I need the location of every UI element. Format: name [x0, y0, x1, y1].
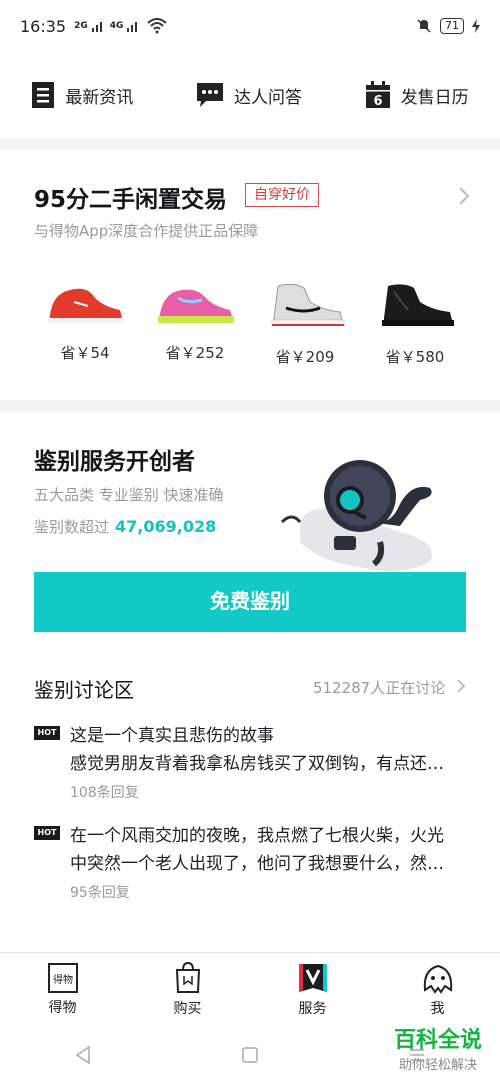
nav-latest-news-label: 最新资讯	[65, 87, 134, 108]
tab-me[interactable]: 我	[388, 962, 488, 1018]
shoe-save-amount: 省￥54	[60, 344, 110, 362]
shoe-save-amount: 省￥252	[165, 344, 225, 362]
calendar-icon: 6	[365, 81, 390, 109]
tab-service[interactable]: 服务	[263, 962, 363, 1018]
nav-expert-qa-label: 达人问答	[233, 87, 302, 108]
auth-count-line: 鉴别数超过 47,069,028	[34, 516, 216, 537]
status-bar: 16:35 2G 4G 71	[0, 0, 500, 52]
ghost-profile-icon	[423, 964, 452, 994]
authentication-section: 鉴别服务开创者 五大品类 专业鉴别 快速准确 鉴别数超过 47,069,028 免…	[0, 412, 500, 952]
shoe-save-amount: 省￥209	[275, 348, 335, 366]
tab-service-label: 服务	[298, 1000, 327, 1017]
secondhand-section[interactable]: 95分二手闲置交易 自穿好价 与得物App深度合作提供正品保障 省￥54 省￥2…	[0, 150, 500, 400]
post-line-1: 在一个风雨交加的夜晚，我点燃了七根火柴，火光	[70, 826, 444, 846]
shopping-bag-icon	[175, 961, 200, 993]
shoe-item[interactable]: 省￥54	[30, 280, 140, 367]
signal-2g-icon: 2G	[74, 21, 88, 31]
shoe-item[interactable]: 省￥252	[140, 280, 250, 367]
shoe-item[interactable]: 省￥580	[360, 280, 470, 367]
signal-bars-icon	[91, 22, 102, 32]
dewu-logo-text: 得物	[53, 973, 73, 986]
nav-latest-news[interactable]: 最新资讯	[31, 81, 133, 109]
detective-mascot-illustration	[280, 460, 432, 571]
tab-buy-label: 购买	[173, 1000, 202, 1017]
calendar-day-number: 6	[373, 94, 382, 109]
wifi-icon	[147, 18, 168, 34]
shoe-item[interactable]: 省￥209	[250, 280, 360, 367]
news-document-icon	[32, 82, 55, 108]
secondhand-subtitle: 与得物App深度合作提供正品保障	[34, 222, 259, 240]
black-sneaker-image	[382, 284, 454, 326]
secondhand-title: 95分二手闲置交易	[34, 187, 228, 213]
tab-me-label: 我	[430, 1000, 445, 1017]
nav-expert-qa[interactable]: 达人问答	[196, 82, 302, 108]
post-line-1: 这是一个真实且悲伤的故事	[70, 726, 274, 746]
post-line-2: 中突然一个老人出现了，他问了我想要什么，然…	[70, 854, 444, 874]
chevron-right-icon	[457, 679, 466, 693]
auth-count-label: 鉴别数超过	[34, 518, 110, 536]
tab-dewu[interactable]: 得物 得物	[13, 962, 113, 1017]
nav-release-calendar-label: 发售日历	[400, 87, 469, 108]
dewu-logo-icon: 得物	[47, 962, 78, 993]
charging-icon	[472, 19, 480, 33]
post-replies: 95条回复	[70, 885, 130, 901]
tab-dewu-label: 得物	[48, 999, 77, 1016]
pink-sneaker-image	[158, 289, 234, 323]
home-icon[interactable]	[240, 1045, 260, 1065]
watermark: 百科全说 助你轻松解决	[394, 1022, 482, 1073]
tab-buy[interactable]: 购买	[138, 961, 238, 1018]
shoe-save-amount: 省￥580	[385, 348, 445, 366]
watermark-title: 百科全说	[393, 1028, 482, 1053]
nav-release-calendar[interactable]: 6 发售日历	[365, 81, 469, 109]
mute-icon	[417, 19, 431, 33]
free-authentication-button[interactable]: 免费鉴别	[34, 572, 466, 632]
auth-title: 鉴别服务开创者	[34, 449, 195, 475]
white-sneaker-image	[271, 283, 345, 326]
shoe-list: 省￥54 省￥252 省￥209 省￥580	[30, 280, 470, 367]
red-sneaker-image	[48, 288, 124, 323]
signal-4g-icon: 4G	[109, 21, 124, 31]
hot-badge: HOT	[34, 826, 60, 840]
auth-subtitle: 五大品类 专业鉴别 快速准确	[34, 486, 224, 504]
watermark-subtitle: 助你轻松解决	[398, 1058, 477, 1073]
discussion-count-link[interactable]: 512287人正在讨论	[313, 677, 466, 698]
top-navigation: 最新资讯 达人问答 6 发售日历	[0, 52, 500, 138]
hot-badge: HOT	[34, 726, 60, 740]
service-v-icon	[298, 963, 327, 992]
discussion-count: 512287人正在讨论	[312, 679, 446, 697]
post-replies: 108条回复	[70, 785, 139, 801]
auth-count-value: 47,069,028	[115, 517, 217, 536]
post-line-2: 感觉男朋友背着我拿私房钱买了双倒钩，有点还…	[70, 754, 444, 774]
discussion-title: 鉴别讨论区	[34, 678, 134, 702]
bottom-tab-bar: 得物 得物 购买 服务 我	[0, 952, 500, 1026]
status-time: 16:35	[20, 16, 67, 36]
discussion-post[interactable]: HOT 在一个风雨交加的夜晚，我点燃了七根火柴，火光 中突然一个老人出现了，他问…	[34, 822, 474, 902]
back-icon[interactable]	[73, 1045, 93, 1065]
chevron-right-icon[interactable]	[458, 186, 470, 206]
chat-bubble-icon	[196, 83, 223, 107]
discussion-post[interactable]: HOT 这是一个真实且悲伤的故事 感觉男朋友背着我拿私房钱买了双倒钩，有点还… …	[34, 722, 474, 802]
battery-indicator: 71	[440, 18, 464, 34]
secondhand-tag: 自穿好价	[245, 183, 319, 207]
signal-bars-icon-2	[127, 22, 138, 32]
